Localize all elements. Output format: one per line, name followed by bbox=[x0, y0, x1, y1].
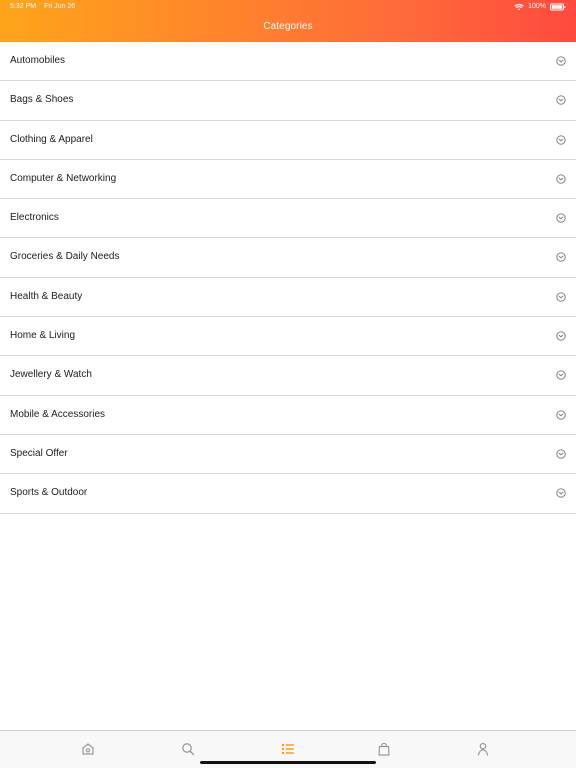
tab-search[interactable] bbox=[180, 741, 196, 757]
chevron-down-circle-icon[interactable] bbox=[556, 95, 566, 105]
category-label: Home & Living bbox=[10, 330, 76, 342]
category-row-bags-shoes[interactable]: Bags & Shoes bbox=[0, 81, 576, 121]
page-title: Categories bbox=[263, 21, 313, 32]
chevron-down-circle-icon[interactable] bbox=[556, 213, 566, 223]
category-label: Groceries & Daily Needs bbox=[10, 251, 120, 263]
status-time: 5:32 PM bbox=[10, 3, 37, 10]
chevron-down-circle-icon[interactable] bbox=[556, 56, 566, 66]
category-row-health-beauty[interactable]: Health & Beauty bbox=[0, 277, 576, 318]
category-row-sports-outdoor[interactable]: Sports & Outdoor bbox=[0, 474, 576, 514]
category-row-computer-networking[interactable]: Computer & Networking bbox=[0, 159, 576, 200]
chevron-down-circle-icon[interactable] bbox=[556, 134, 566, 145]
category-label: Clothing & Apparel bbox=[10, 133, 93, 145]
home-indicator bbox=[200, 761, 376, 764]
search-icon bbox=[180, 741, 196, 757]
category-label: Bags & Shoes bbox=[10, 94, 74, 106]
chevron-down-circle-icon[interactable] bbox=[556, 174, 566, 184]
chevron-down-circle-icon[interactable] bbox=[556, 252, 566, 263]
category-row-groceries-daily-needs[interactable]: Groceries & Daily Needs bbox=[0, 238, 576, 278]
chevron-down-circle-icon[interactable] bbox=[556, 370, 566, 381]
category-label: Health & Beauty bbox=[10, 290, 83, 302]
home-icon bbox=[80, 741, 96, 757]
category-row-clothing-apparel[interactable]: Clothing & Apparel bbox=[0, 120, 576, 160]
chevron-down-circle-icon[interactable] bbox=[556, 449, 566, 459]
app-header: 5:32 PM Fri Jun 26 100% Categories bbox=[0, 0, 576, 42]
status-date: Fri Jun 26 bbox=[44, 3, 76, 10]
tab-cart[interactable] bbox=[376, 741, 392, 757]
category-row-electronics[interactable]: Electronics bbox=[0, 199, 576, 239]
tab-home[interactable] bbox=[80, 741, 96, 757]
chevron-down-circle-icon[interactable] bbox=[556, 488, 566, 498]
category-label: Automobiles bbox=[10, 55, 66, 66]
list-icon bbox=[280, 741, 296, 757]
chevron-down-circle-icon[interactable] bbox=[556, 292, 566, 302]
chevron-down-circle-icon[interactable] bbox=[556, 410, 566, 420]
user-icon bbox=[475, 741, 491, 757]
category-label: Sports & Outdoor bbox=[10, 487, 88, 499]
status-right: 100% bbox=[514, 0, 566, 14]
shopping-bag-icon bbox=[376, 741, 392, 757]
category-label: Computer & Networking bbox=[10, 172, 117, 184]
wifi-icon bbox=[514, 3, 524, 11]
category-label: Special Offer bbox=[10, 447, 68, 459]
category-label: Electronics bbox=[10, 212, 59, 224]
category-row-automobiles[interactable]: Automobiles bbox=[0, 42, 576, 82]
category-row-home-living[interactable]: Home & Living bbox=[0, 317, 576, 357]
category-label: Mobile & Accessories bbox=[10, 408, 106, 420]
category-label: Jewellery & Watch bbox=[10, 369, 92, 381]
battery-percent: 100% bbox=[528, 3, 546, 10]
bottom-tab-bar bbox=[0, 730, 576, 768]
status-bar: 5:32 PM Fri Jun 26 100% bbox=[0, 0, 576, 14]
category-row-special-offer[interactable]: Special Offer bbox=[0, 434, 576, 475]
tab-account[interactable] bbox=[475, 741, 491, 757]
status-left: 5:32 PM Fri Jun 26 bbox=[10, 0, 75, 14]
tab-categories[interactable] bbox=[280, 741, 296, 757]
category-row-jewellery-watch[interactable]: Jewellery & Watch bbox=[0, 356, 576, 396]
battery-icon bbox=[550, 3, 566, 11]
category-row-mobile-accessories[interactable]: Mobile & Accessories bbox=[0, 395, 576, 435]
chevron-down-circle-icon[interactable] bbox=[556, 331, 566, 341]
category-list: Automobiles Bags & Shoes Clothing & Appa… bbox=[0, 42, 576, 514]
